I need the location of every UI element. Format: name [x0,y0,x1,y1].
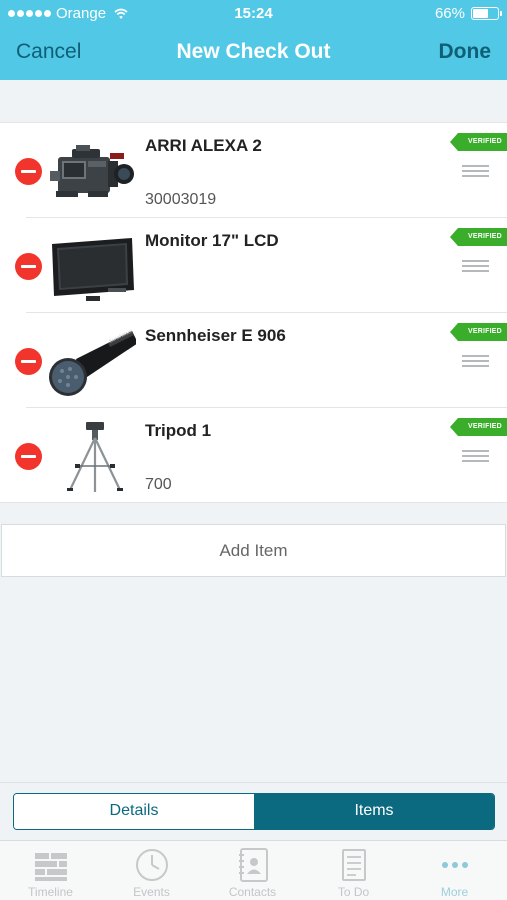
tab-more[interactable]: More [404,841,505,900]
battery-percent: 66% [434,5,465,22]
segment-items[interactable]: Items [254,794,494,829]
timeline-icon [34,853,67,881]
reorder-handle-icon[interactable] [462,260,489,272]
navigation-bar: Cancel New Check Out Done [0,28,507,80]
segment-bar: Details Items [0,782,507,840]
tab-label: More [440,885,469,899]
item-code: 700 [145,476,172,493]
remove-item-button[interactable] [15,443,42,470]
item-code: 30003019 [145,191,217,208]
item-name: Sennheiser E 906 [145,326,286,345]
header: Orange 15:24 66% Cancel New Check Out Do… [0,0,507,80]
tab-events[interactable]: Events [101,841,202,900]
reorder-handle-icon[interactable] [462,355,489,367]
item-name: Tripod 1 [145,421,212,440]
monitor-icon [52,238,134,301]
tripod-icon [67,422,123,492]
tab-label: Timeline [28,885,73,899]
battery-fill [473,9,489,18]
list-item[interactable]: Monitor 17" LCD VERIFIED [0,218,507,313]
segment-details[interactable]: Details [14,794,254,829]
tab-label: To Do [337,885,370,899]
done-button[interactable]: Done [439,40,492,64]
checklist-icon [341,849,366,881]
status-bar: Orange 15:24 66% [0,0,507,28]
verified-badge: VERIFIED [450,323,507,341]
add-item-button[interactable]: Add Item [1,524,506,577]
reorder-handle-icon[interactable] [462,450,489,462]
segmented-control: Details Items [13,793,495,830]
clock-icon [135,849,168,881]
more-dots-icon [441,862,468,868]
item-name: Monitor 17" LCD [145,231,279,250]
status-time: 15:24 [234,5,273,22]
tab-to-do[interactable]: To Do [303,841,404,900]
list-item[interactable]: Tripod 1 700 VERIFIED [0,408,507,503]
verified-badge: VERIFIED [450,228,507,246]
cancel-button[interactable]: Cancel [16,40,81,64]
list-item[interactable]: Sennheiser Sennheiser E 906 VERIFIED [0,313,507,408]
remove-item-button[interactable] [15,348,42,375]
verified-badge: VERIFIED [450,133,507,151]
battery-icon [471,7,502,20]
status-right: 66% [434,5,502,22]
tab-label: Events [133,885,170,899]
camera-icon [50,145,134,197]
tab-bar: Timeline Events Contacts To Do More [0,840,507,900]
tab-contacts[interactable]: Contacts [202,841,303,900]
tab-timeline[interactable]: Timeline [0,841,101,900]
verified-badge: VERIFIED [450,418,507,436]
item-name: ARRI ALEXA 2 [145,136,262,155]
remove-item-button[interactable] [15,158,42,185]
remove-item-button[interactable] [15,253,42,280]
list-item[interactable]: ARRI ALEXA 2 30003019 VERIFIED [0,123,507,218]
address-book-icon [238,848,268,882]
microphone-icon: Sennheiser [49,328,136,396]
tab-label: Contacts [228,885,277,899]
reorder-handle-icon[interactable] [462,165,489,177]
item-list: ARRI ALEXA 2 30003019 VERIFIED Monitor 1… [0,122,507,503]
